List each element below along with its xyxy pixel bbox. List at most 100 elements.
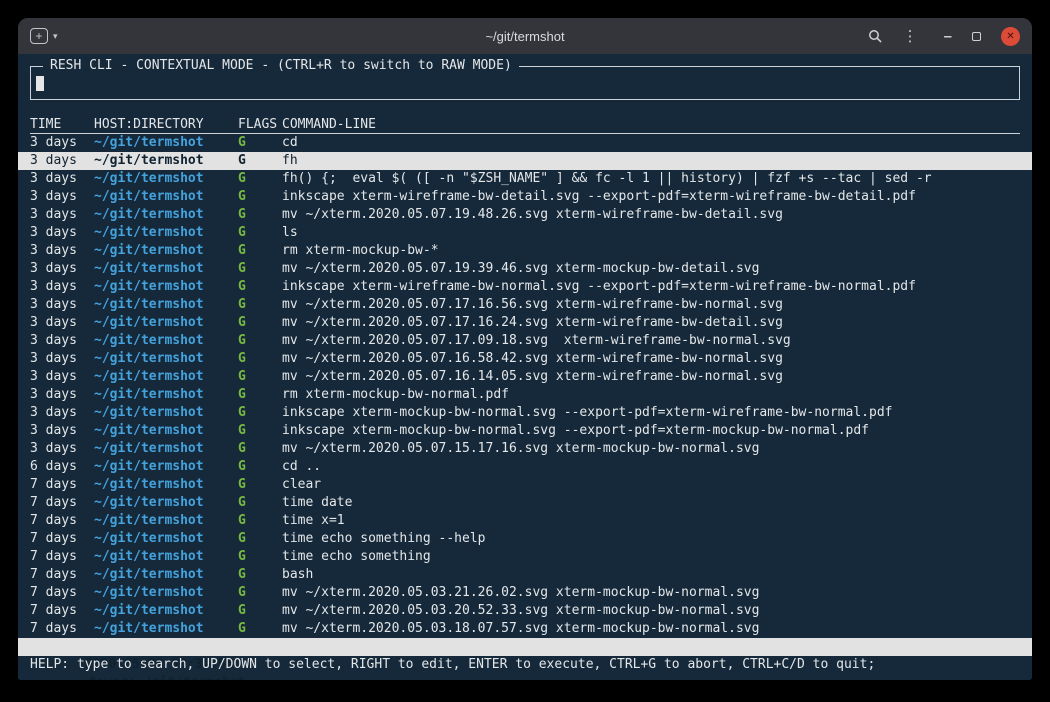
- history-row[interactable]: 7 days~/git/termshotGtime echo something: [18, 548, 1032, 566]
- help-line: HELP: type to search, UP/DOWN to select,…: [30, 656, 1020, 674]
- row-host: ~/git/termshot: [94, 368, 238, 386]
- row-time: 3 days: [30, 260, 94, 278]
- row-command: time x=1: [282, 512, 1020, 530]
- history-row[interactable]: 7 days~/git/termshotGtime echo something…: [18, 530, 1032, 548]
- row-flags: G: [238, 422, 282, 440]
- menu-kebab-icon[interactable]: ⋮: [903, 27, 918, 45]
- row-host: ~/git/termshot: [94, 242, 238, 260]
- row-flags: G: [238, 602, 282, 620]
- row-command: rm xterm-mockup-bw-*: [282, 242, 1020, 260]
- history-row[interactable]: 3 days~/git/termshotGinkscape xterm-wire…: [18, 188, 1032, 206]
- history-row[interactable]: 6 days~/git/termshotGcd ..: [18, 458, 1032, 476]
- row-time: 7 days: [30, 512, 94, 530]
- row-command: mv ~/xterm.2020.05.03.21.26.02.svg xterm…: [282, 584, 1020, 602]
- row-time: 3 days: [30, 152, 94, 170]
- row-flags: G: [238, 224, 282, 242]
- history-row[interactable]: 7 days~/git/termshotGmv ~/xterm.2020.05.…: [18, 602, 1032, 620]
- close-button[interactable]: ✕: [1001, 27, 1020, 46]
- row-time: 7 days: [30, 566, 94, 584]
- row-command: mv ~/xterm.2020.05.07.16.14.05.svg xterm…: [282, 368, 1020, 386]
- row-time: 7 days: [30, 620, 94, 638]
- row-command: mv ~/xterm.2020.05.07.19.48.26.svg xterm…: [282, 206, 1020, 224]
- row-time: 6 days: [30, 458, 94, 476]
- search-box-title: RESH CLI - CONTEXTUAL MODE - (CTRL+R to …: [43, 58, 519, 73]
- row-host: ~/git/termshot: [94, 458, 238, 476]
- row-host: ~/git/termshot: [94, 584, 238, 602]
- row-flags: G: [238, 314, 282, 332]
- row-flags: G: [238, 620, 282, 638]
- history-row[interactable]: 3 days~/git/termshotGinkscape xterm-mock…: [18, 404, 1032, 422]
- history-row[interactable]: 7 days~/git/termshotGbash: [18, 566, 1032, 584]
- row-host: ~/git/termshot: [94, 548, 238, 566]
- row-command: mv ~/xterm.2020.05.03.18.07.57.svg xterm…: [282, 620, 1020, 638]
- row-host: ~/git/termshot: [94, 206, 238, 224]
- row-command: rm xterm-mockup-bw-normal.pdf: [282, 386, 1020, 404]
- row-flags: G: [238, 188, 282, 206]
- history-row[interactable]: 3 days~/git/termshotGmv ~/xterm.2020.05.…: [18, 350, 1032, 368]
- row-command: inkscape xterm-wireframe-bw-detail.svg -…: [282, 188, 1020, 206]
- row-time: 3 days: [30, 440, 94, 458]
- row-flags: G: [238, 332, 282, 350]
- row-host: ~/git/termshot: [94, 440, 238, 458]
- history-row[interactable]: 3 days~/git/termshotGmv ~/xterm.2020.05.…: [18, 314, 1032, 332]
- minimize-button[interactable]: –: [944, 28, 952, 45]
- close-icon: ✕: [1006, 31, 1014, 42]
- row-flags: G: [238, 152, 282, 170]
- history-row[interactable]: 7 days~/git/termshotGmv ~/xterm.2020.05.…: [18, 584, 1032, 602]
- row-host: ~/git/termshot: [94, 134, 238, 152]
- row-flags: G: [238, 584, 282, 602]
- terminal-screen[interactable]: RESH CLI - CONTEXTUAL MODE - (CTRL+R to …: [18, 54, 1032, 680]
- row-time: 3 days: [30, 278, 94, 296]
- history-row[interactable]: 7 days~/git/termshotGtime x=1: [18, 512, 1032, 530]
- history-row[interactable]: 3 days~/git/termshotGrm xterm-mockup-bw-…: [18, 242, 1032, 260]
- history-row[interactable]: 3 days~/git/termshotGls: [18, 224, 1032, 242]
- history-row[interactable]: 3 days~/git/termshotGinkscape xterm-mock…: [18, 422, 1032, 440]
- row-flags: G: [238, 548, 282, 566]
- row-host: ~/git/termshot: [94, 278, 238, 296]
- history-row[interactable]: 3 days~/git/termshotGfh() {; eval $( ([ …: [18, 170, 1032, 188]
- row-host: ~/git/termshot: [94, 314, 238, 332]
- row-host: ~/git/termshot: [94, 386, 238, 404]
- row-time: 7 days: [30, 584, 94, 602]
- row-flags: G: [238, 458, 282, 476]
- titlebar: + ▾ ~/git/termshot ⋮ – ✕: [18, 18, 1032, 54]
- row-host: ~/git/termshot: [94, 332, 238, 350]
- history-row[interactable]: 3 days~/git/termshotGmv ~/xterm.2020.05.…: [18, 260, 1032, 278]
- row-command: fh() {; eval $( ([ -n "$ZSH_NAME" ] && f…: [282, 170, 1020, 188]
- history-row[interactable]: 3 days~/git/termshotGmv ~/xterm.2020.05.…: [18, 206, 1032, 224]
- row-host: ~/git/termshot: [94, 530, 238, 548]
- row-flags: G: [238, 512, 282, 530]
- restore-button[interactable]: [972, 32, 981, 41]
- row-command: clear: [282, 476, 1020, 494]
- history-row[interactable]: 3 days~/git/termshotGmv ~/xterm.2020.05.…: [18, 296, 1032, 314]
- row-host: ~/git/termshot: [94, 422, 238, 440]
- plus-icon: +: [35, 30, 42, 42]
- new-tab-button[interactable]: +: [30, 28, 48, 44]
- history-row[interactable]: 3 days~/git/termshotGcd: [18, 134, 1032, 152]
- header-command-line: COMMAND-LINE: [282, 116, 1020, 134]
- row-time: 3 days: [30, 332, 94, 350]
- row-host: ~/git/termshot: [94, 476, 238, 494]
- history-row[interactable]: 7 days~/git/termshotGmv ~/xterm.2020.05.…: [18, 620, 1032, 638]
- row-host: ~/git/termshot: [94, 260, 238, 278]
- history-row[interactable]: 7 days~/git/termshotGtime date: [18, 494, 1032, 512]
- row-time: 7 days: [30, 530, 94, 548]
- history-row[interactable]: 3 days~/git/termshotGmv ~/xterm.2020.05.…: [18, 440, 1032, 458]
- search-icon[interactable]: [867, 28, 883, 44]
- search-box[interactable]: RESH CLI - CONTEXTUAL MODE - (CTRL+R to …: [30, 66, 1020, 100]
- history-row[interactable]: 3 days~/git/termshotGmv ~/xterm.2020.05.…: [18, 368, 1032, 386]
- row-flags: G: [238, 476, 282, 494]
- row-flags: G: [238, 566, 282, 584]
- history-row[interactable]: 7 days~/git/termshotGclear: [18, 476, 1032, 494]
- row-command: fh: [282, 152, 1020, 170]
- row-command: cd: [282, 134, 1020, 152]
- row-command: mv ~/xterm.2020.05.07.19.39.46.svg xterm…: [282, 260, 1020, 278]
- history-row[interactable]: 3 days~/git/termshotGmv ~/xterm.2020.05.…: [18, 332, 1032, 350]
- history-row[interactable]: 3 days~/git/termshotGfh: [18, 152, 1032, 170]
- history-row[interactable]: 3 days~/git/termshotGrm xterm-mockup-bw-…: [18, 386, 1032, 404]
- row-flags: G: [238, 494, 282, 512]
- row-command: mv ~/xterm.2020.05.07.15.17.16.svg xterm…: [282, 440, 1020, 458]
- history-row[interactable]: 3 days~/git/termshotGinkscape xterm-wire…: [18, 278, 1032, 296]
- row-command: mv ~/xterm.2020.05.03.20.52.33.svg xterm…: [282, 602, 1020, 620]
- chevron-down-icon[interactable]: ▾: [53, 31, 58, 42]
